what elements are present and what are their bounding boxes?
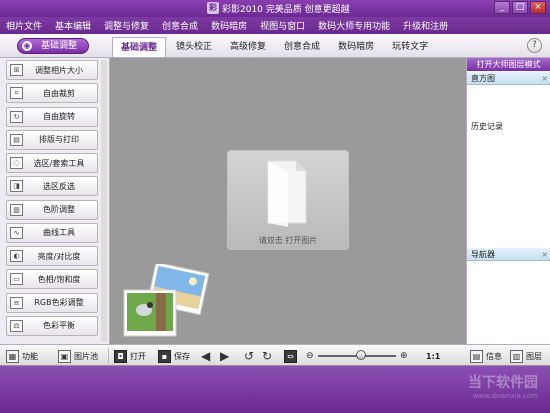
zoom-out-button[interactable]: ⊖	[306, 348, 314, 364]
info-icon: ▤	[470, 349, 483, 363]
invert-selection-icon: ◨	[10, 180, 23, 193]
sidebar-item-print[interactable]: ▤ 排版与打印	[6, 129, 98, 150]
sidebar-item-rgb[interactable]: ≡ RGB色彩调整	[6, 292, 98, 313]
brightness-icon: ◐	[10, 250, 23, 262]
sidebar-item-balance[interactable]: ⚖ 色彩平衡	[6, 315, 98, 336]
sidebar-item-curves[interactable]: ∿ 曲线工具	[6, 222, 98, 243]
menu-bar: 相片文件 基本编辑 调整与修复 创意合成 数码暗房 视图与窗口 数码大师专用功能…	[0, 17, 550, 34]
zoom-ratio-button[interactable]: 1:1	[426, 348, 440, 364]
close-button[interactable]: ×	[530, 1, 546, 14]
color-balance-icon: ⚖	[10, 319, 23, 332]
sidebar-item-invert[interactable]: ◨ 选区反选	[6, 176, 98, 197]
maximize-button[interactable]: □	[512, 1, 528, 14]
menu-view[interactable]: 视图与窗口	[260, 19, 305, 32]
picture-pool-tab[interactable]: ▣ 图片池	[58, 348, 98, 364]
minimize-button[interactable]: _	[494, 1, 510, 14]
flip-icon: ⇔	[284, 349, 297, 363]
bottom-toolbar: ▦ 功能 ▣ 图片池 ◘ 打开 ▪ 保存 ◀ ▶ ↺ ↻ ⇔ ⊖ ⊕ 1:1 ▤ 信息 ▥…	[0, 344, 550, 366]
menu-creative[interactable]: 创意合成	[162, 19, 198, 32]
info-tab[interactable]: ▤ 信息	[470, 348, 502, 364]
levels-icon: ▥	[10, 203, 23, 216]
zoom-in-button[interactable]: ⊕	[400, 348, 408, 364]
layers-icon: ▥	[510, 349, 523, 363]
zoom-slider-knob[interactable]	[355, 350, 366, 360]
master-layer-mode-button[interactable]: 打开大师图层模式	[467, 58, 550, 71]
sidebar-scrollbar[interactable]	[101, 60, 107, 342]
undo-icon: ◀	[201, 349, 211, 363]
hue-icon: ▭	[10, 273, 23, 286]
open-button[interactable]: ◘ 打开	[114, 348, 146, 364]
sidebar-item-rotate[interactable]: ↻ 自由旋转	[6, 106, 98, 127]
sidebar-item-crop[interactable]: ⌗ 自由裁剪	[6, 83, 98, 104]
mode-button[interactable]: ◉ 基础调整	[17, 38, 89, 54]
canvas-workspace[interactable]: 请双击 打开图片	[110, 58, 466, 344]
menu-adjust[interactable]: 调整与修复	[104, 19, 149, 32]
tab-creative[interactable]: 创意合成	[276, 37, 328, 57]
function-tab[interactable]: ▦ 功能	[6, 348, 38, 364]
rotate-icon: ↻	[10, 110, 23, 123]
picture-pool-icon: ▣	[58, 349, 71, 363]
tab-text[interactable]: 玩转文字	[384, 37, 436, 57]
rotate-left-icon: ↺	[244, 349, 255, 363]
title-bar: 彩 彩影2010 完美品质 创意更超越 _ □ ×	[0, 0, 550, 17]
mode-icon: ◉	[22, 41, 32, 51]
curves-icon: ∿	[10, 226, 23, 239]
histogram-close-icon[interactable]: ×	[541, 72, 548, 85]
save-icon: ▪	[158, 349, 171, 363]
history-section: 历史记录	[467, 120, 550, 133]
mode-label: 基础调整	[40, 41, 77, 51]
navigator-title: 导航器	[471, 250, 495, 259]
navigator-section: 导航器 ×	[467, 248, 550, 261]
function-sidebar: ⊞ 调整相片大小 ⌗ 自由裁剪 ↻ 自由旋转 ▤ 排版与打印 ◌ 选区/套索工具 ◨ 选区反…	[0, 58, 110, 344]
photo-stack-image	[123, 264, 210, 337]
sidebar-item-levels[interactable]: ▥ 色阶调整	[6, 199, 98, 220]
zoom-in-icon: ⊕	[400, 351, 408, 361]
sidebar-item-resize[interactable]: ⊞ 调整相片大小	[6, 60, 98, 80]
menu-register[interactable]: 升级和注册	[403, 19, 448, 32]
open-hint: 请双击 打开图片	[258, 236, 318, 245]
histogram-title: 直方图	[471, 74, 495, 83]
sidebar-item-brightness[interactable]: ◐ 亮度/对比度	[6, 246, 98, 266]
layers-tab[interactable]: ▥ 图层	[510, 348, 542, 364]
menu-master[interactable]: 数码大师专用功能	[318, 19, 390, 32]
camera-icon: ◘	[114, 349, 127, 363]
rotate-right-icon: ↻	[262, 349, 273, 363]
open-image-panel[interactable]: 请双击 打开图片	[227, 150, 349, 250]
tab-repair[interactable]: 高级修复	[222, 37, 274, 57]
zoom-out-icon: ⊖	[306, 351, 314, 361]
menu-file[interactable]: 相片文件	[6, 19, 42, 32]
sidebar-item-lasso[interactable]: ◌ 选区/套索工具	[6, 153, 98, 173]
redo-button[interactable]: ▶	[220, 348, 229, 364]
rotate-left-button[interactable]: ↺	[244, 348, 254, 364]
histogram-section: 直方图 ×	[467, 72, 550, 85]
print-icon: ▤	[10, 133, 23, 146]
watermark-text: 当下软件园	[468, 375, 538, 391]
window-title: 彩影2010 完美品质 创意更超越	[222, 5, 350, 15]
resize-icon: ⊞	[10, 64, 23, 76]
right-panel: 打开大师图层模式 直方图 × 历史记录 导航器 ×	[466, 58, 550, 344]
undo-button[interactable]: ◀	[201, 348, 210, 364]
menu-edit[interactable]: 基本编辑	[55, 19, 91, 32]
sidebar-item-hue[interactable]: ▭ 色相/饱和度	[6, 269, 98, 290]
rotate-right-button[interactable]: ↻	[262, 348, 272, 364]
status-bar: 当下软件园 www.downxia.com	[0, 366, 550, 413]
tab-bar: ◉ 基础调整 基础调整 镜头校正 高级修复 创意合成 数码暗房 玩转文字 ?	[0, 34, 550, 58]
tab-basic[interactable]: 基础调整	[112, 37, 167, 57]
app-icon: 彩	[207, 2, 219, 14]
rgb-icon: ≡	[10, 296, 23, 309]
menu-darkroom[interactable]: 数码暗房	[211, 19, 247, 32]
watermark-url: www.downxia.com	[472, 392, 538, 400]
function-icon: ▦	[6, 349, 19, 363]
history-title: 历史记录	[471, 122, 503, 131]
save-button[interactable]: ▪ 保存	[158, 348, 190, 364]
flip-button[interactable]: ⇔	[284, 348, 300, 364]
help-button[interactable]: ?	[527, 38, 542, 53]
document-icon	[267, 160, 307, 227]
tab-darkroom[interactable]: 数码暗房	[330, 37, 382, 57]
navigator-close-icon[interactable]: ×	[541, 248, 548, 261]
redo-icon: ▶	[220, 349, 230, 363]
lasso-icon: ◌	[10, 157, 23, 169]
crop-icon: ⌗	[10, 87, 23, 100]
tab-lens[interactable]: 镜头校正	[168, 37, 220, 57]
